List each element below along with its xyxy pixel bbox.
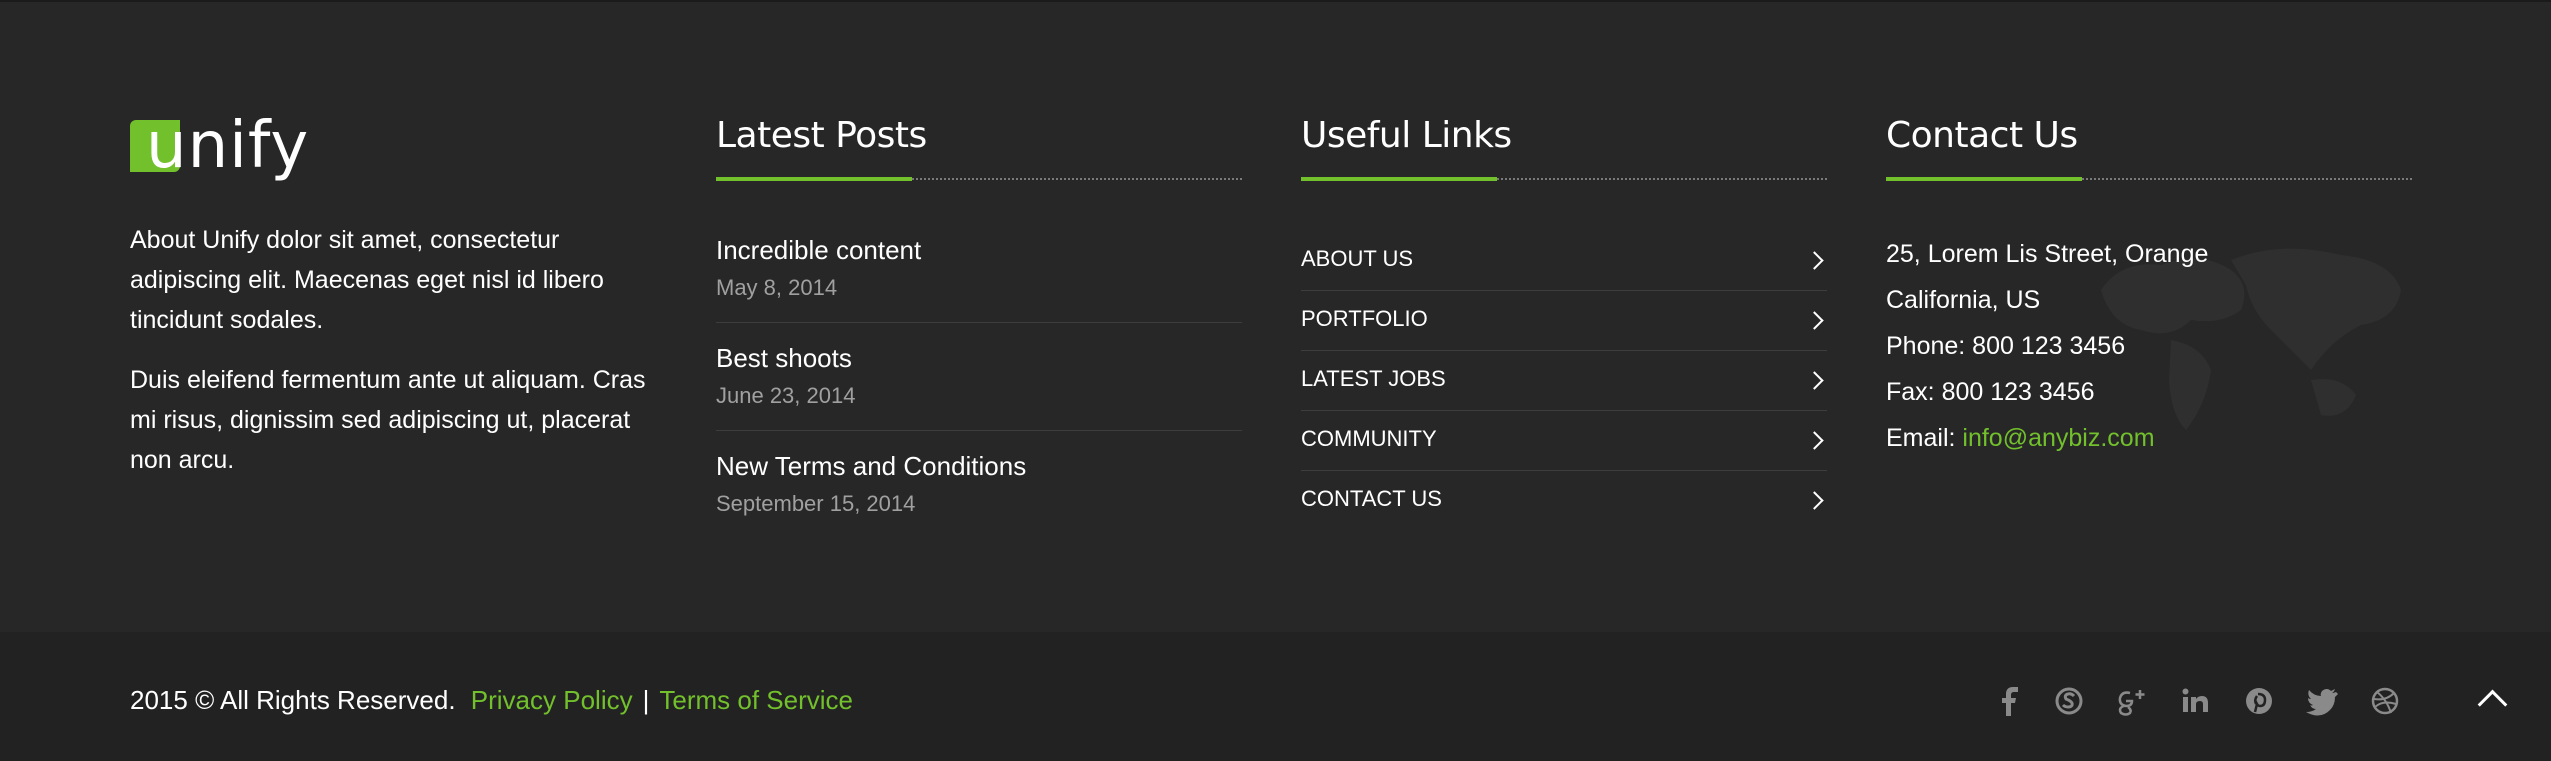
link-latest-jobs[interactable]: LATEST JOBS (1301, 350, 1827, 410)
link-label: COMMUNITY (1301, 426, 1437, 451)
heading-accent-bar (1886, 177, 2082, 181)
facebook-icon[interactable] (1995, 684, 2029, 718)
post-date: May 8, 2014 (716, 275, 838, 300)
post-title[interactable]: Best shoots (716, 340, 852, 376)
latest-posts-heading: Latest Posts (716, 115, 927, 156)
contact-phone: Phone: 800 123 3456 (1886, 332, 2126, 360)
contact-email-label: Email: (1886, 424, 1963, 452)
footer-top: unify About Unify dolor sit amet, consec… (0, 0, 2551, 632)
post-divider (716, 322, 1242, 323)
chevron-right-icon (1805, 311, 1824, 330)
google-plus-icon[interactable] (2114, 684, 2148, 718)
contact-address-line-2: California, US (1886, 286, 2041, 314)
about-paragraph-1: About Unify dolor sit amet, consectetur … (130, 226, 604, 334)
heading-accent-bar (1301, 177, 1497, 181)
contact-address-line-1: 25, Lorem Lis Street, Orange (1886, 240, 2209, 268)
footer-bottom-bar: 2015 © All Rights Reserved. Privacy Poli… (0, 632, 2551, 761)
post-divider (716, 430, 1242, 431)
copyright-text: 2015 © All Rights Reserved. (130, 685, 456, 715)
copyright-row: 2015 © All Rights Reserved. Privacy Poli… (130, 682, 853, 718)
link-about-us[interactable]: ABOUT US (1301, 230, 1827, 290)
link-portfolio[interactable]: PORTFOLIO (1301, 290, 1827, 350)
post-item[interactable]: New Terms and Conditions September 15, 2… (716, 448, 1242, 556)
link-separator: | (642, 685, 650, 715)
link-label: PORTFOLIO (1301, 306, 1428, 331)
useful-links-heading: Useful Links (1301, 115, 1512, 156)
link-label: ABOUT US (1301, 246, 1414, 271)
contact-fax: Fax: 800 123 3456 (1886, 378, 2095, 406)
chevron-right-icon (1805, 371, 1824, 390)
linkedin-icon[interactable] (2178, 684, 2212, 718)
link-contact-us[interactable]: CONTACT US (1301, 470, 1827, 530)
chevron-right-icon (1805, 491, 1824, 510)
heading-accent-bar (716, 177, 912, 181)
chevron-right-icon (1805, 251, 1824, 270)
contact-heading: Contact Us (1886, 115, 2078, 156)
chevron-right-icon (1805, 431, 1824, 450)
skype-icon[interactable] (2052, 684, 2086, 718)
contact-email-link[interactable]: info@anybiz.com (1962, 424, 2154, 452)
post-date: June 23, 2014 (716, 383, 856, 408)
post-title[interactable]: Incredible content (716, 232, 921, 268)
chevron-up-icon[interactable] (2477, 689, 2508, 720)
link-community[interactable]: COMMUNITY (1301, 410, 1827, 470)
post-title[interactable]: New Terms and Conditions (716, 448, 1026, 484)
post-item[interactable]: Incredible content May 8, 2014 (716, 232, 1242, 340)
post-item[interactable]: Best shoots June 23, 2014 (716, 340, 1242, 448)
unify-logo[interactable]: unify (130, 109, 310, 183)
contact-email-row: Email: info@anybiz.com (1886, 418, 2155, 458)
link-label: LATEST JOBS (1301, 366, 1446, 391)
terms-of-service-link[interactable]: Terms of Service (659, 685, 853, 715)
about-paragraph-2: Duis eleifend fermentum ante ut aliquam.… (130, 366, 646, 474)
privacy-policy-link[interactable]: Privacy Policy (471, 685, 633, 715)
pinterest-icon[interactable] (2242, 684, 2276, 718)
twitter-icon[interactable] (2305, 684, 2339, 718)
link-label: CONTACT US (1301, 486, 1442, 511)
logo-text: unify (146, 109, 310, 183)
post-date: September 15, 2014 (716, 491, 916, 516)
dribbble-icon[interactable] (2368, 684, 2402, 718)
